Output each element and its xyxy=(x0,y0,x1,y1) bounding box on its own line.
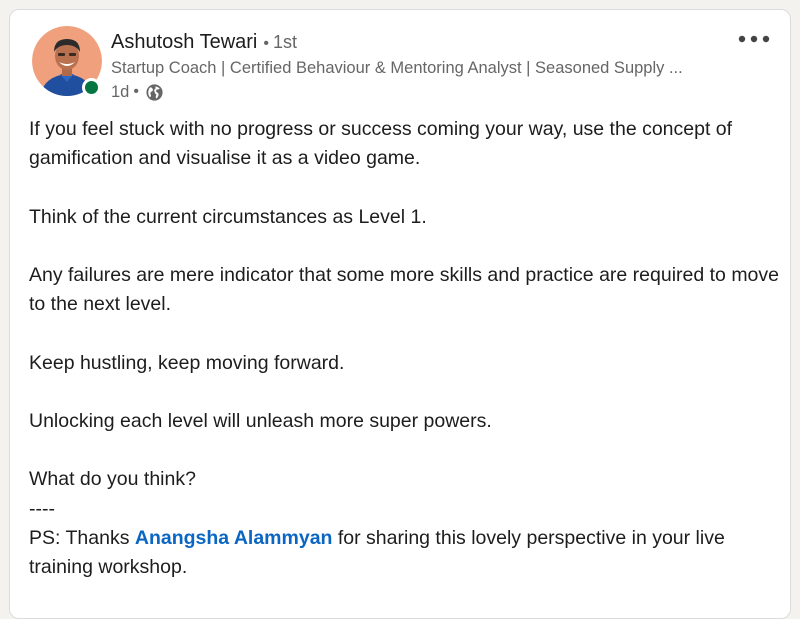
author-avatar[interactable] xyxy=(32,26,102,97)
more-options-button[interactable] xyxy=(732,26,776,52)
globe-icon xyxy=(146,83,163,101)
ps-prefix: PS: Thanks xyxy=(29,526,135,549)
post-question: What do you think? xyxy=(29,468,196,491)
post-paragraph: Any failures are mere indicator that som… xyxy=(29,264,779,316)
author-headline: Startup Coach | Certified Behaviour & Me… xyxy=(111,59,683,77)
online-status-badge xyxy=(82,78,101,97)
post-meta: 1d • xyxy=(111,81,164,103)
post-paragraph: If you feel stuck with no progress or su… xyxy=(29,118,733,170)
post-paragraph: Think of the current circumstances as Le… xyxy=(29,205,427,228)
post-time: 1d xyxy=(111,83,130,101)
more-dots-icon xyxy=(738,35,770,43)
author-name-row: Ashutosh Tewari • 1st xyxy=(111,29,297,57)
post-paragraph: Unlocking each level will unleash more s… xyxy=(29,410,492,433)
post-divider: ---- xyxy=(29,497,55,520)
name-separator-dot: • xyxy=(263,35,269,52)
author-name[interactable]: Ashutosh Tewari xyxy=(111,31,257,53)
connection-degree: 1st xyxy=(273,32,298,52)
mention-link[interactable]: Anangsha Alammyan xyxy=(135,527,333,549)
post-paragraph: Keep hustling, keep moving forward. xyxy=(29,351,345,374)
meta-separator-dot: • xyxy=(133,83,139,100)
post-body: If you feel stuck with no progress or su… xyxy=(29,115,779,582)
post-card: Ashutosh Tewari • 1st Startup Coach | Cert… xyxy=(9,9,791,619)
